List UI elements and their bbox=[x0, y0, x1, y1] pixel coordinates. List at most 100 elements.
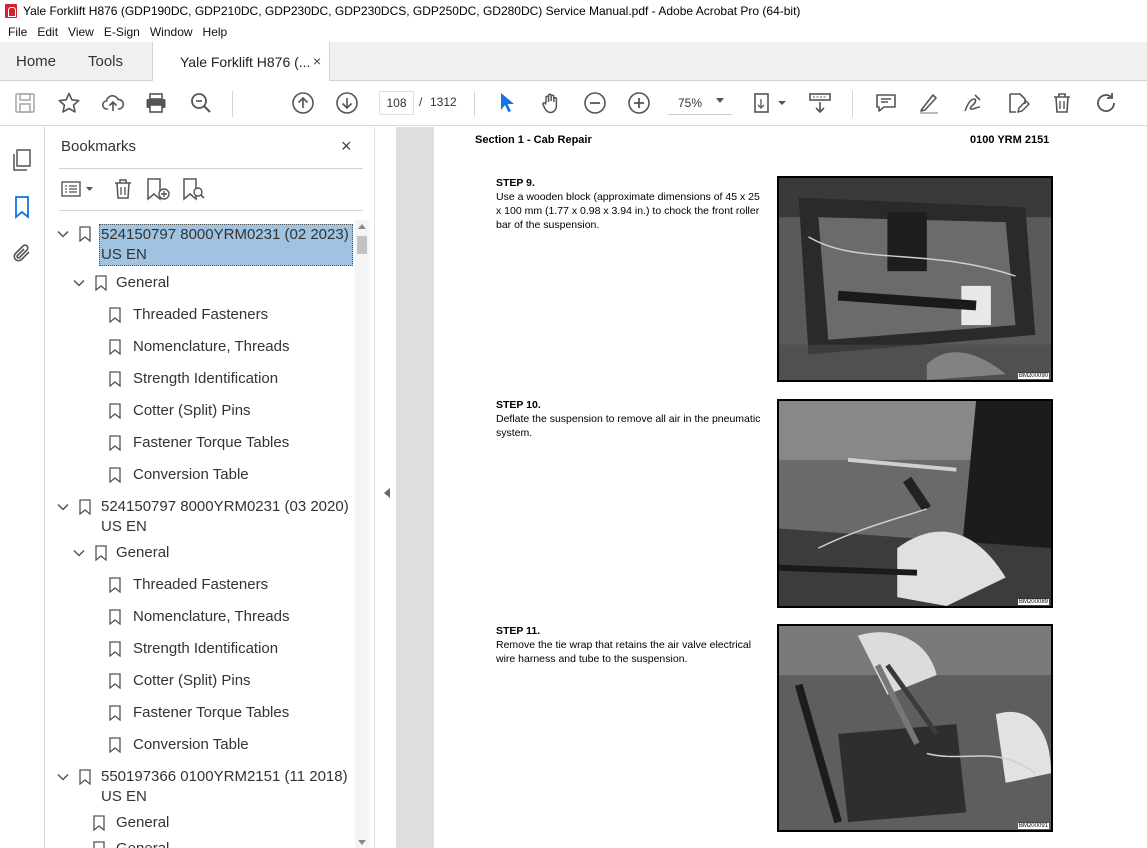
step-title: STEP 10. bbox=[496, 399, 541, 411]
upload-cloud-icon[interactable] bbox=[100, 90, 126, 116]
chevron-down-icon[interactable] bbox=[57, 771, 69, 783]
bookmark-label: Conversion Table bbox=[133, 736, 249, 753]
zoom-search-icon[interactable] bbox=[188, 90, 214, 116]
chevron-down-icon[interactable] bbox=[57, 501, 69, 513]
tab-document[interactable]: Yale Forklift H876 (... × bbox=[152, 42, 330, 82]
menu-window[interactable]: Window bbox=[145, 25, 198, 39]
bookmark-icon bbox=[93, 815, 105, 831]
bookmark-icon bbox=[109, 371, 121, 387]
panel-splitter[interactable] bbox=[374, 127, 396, 848]
chevron-down-icon[interactable] bbox=[73, 277, 85, 289]
bookmark-icon bbox=[109, 403, 121, 419]
save-icon[interactable] bbox=[12, 90, 38, 116]
bookmark-label: Strength Identification bbox=[133, 370, 279, 387]
bookmark-label: Cotter (Split) Pins bbox=[133, 402, 251, 419]
fill-sign-icon[interactable] bbox=[960, 90, 986, 116]
bookmarks-panel-icon[interactable] bbox=[10, 195, 34, 219]
bookmark-label: Fastener Torque Tables bbox=[133, 434, 290, 451]
bookmark-label: General bbox=[116, 814, 170, 831]
scrollbar-thumb[interactable] bbox=[357, 236, 367, 254]
menu-view[interactable]: View bbox=[63, 25, 99, 39]
next-page-icon[interactable] bbox=[334, 90, 360, 116]
bookmarks-panel: Bookmarks × 524150797 8000YRM0231 (02 20… bbox=[45, 127, 374, 848]
bookmark-options-icon[interactable] bbox=[61, 177, 95, 201]
bookmarks-scrollbar[interactable] bbox=[355, 220, 369, 848]
bookmark-item[interactable]: 550197366 0100YRM2151 (11 2018) US EN bbox=[57, 767, 357, 809]
page-number-input[interactable]: 108 bbox=[379, 91, 414, 115]
page-fit-icon[interactable] bbox=[752, 90, 788, 116]
bookmark-item[interactable]: 524150797 8000YRM0231 (02 2023) US EN bbox=[57, 224, 357, 266]
page-separator: / bbox=[419, 95, 423, 109]
acrobat-logo-icon bbox=[5, 4, 17, 18]
delete-bookmark-icon[interactable] bbox=[111, 177, 135, 201]
bookmark-icon bbox=[95, 275, 107, 291]
bookmark-tree: 524150797 8000YRM0231 (02 2023) US EN Gen… bbox=[45, 220, 363, 848]
window-title: Yale Forklift H876 (GDP190DC, GDP210DC, … bbox=[23, 4, 801, 18]
attachments-icon[interactable] bbox=[10, 241, 34, 265]
tab-close-icon[interactable]: × bbox=[313, 53, 321, 69]
toolbar-divider bbox=[474, 91, 475, 117]
tab-tools[interactable]: Tools bbox=[88, 53, 123, 70]
scroll-down-icon[interactable] bbox=[358, 840, 366, 845]
zoom-in-icon[interactable] bbox=[626, 90, 652, 116]
bookmark-icon bbox=[79, 499, 91, 515]
toolbar: 108 / 1312 75% bbox=[0, 81, 1147, 126]
star-icon[interactable] bbox=[56, 90, 82, 116]
tab-bar: Home Tools Yale Forklift H876 (... × bbox=[0, 42, 1147, 82]
bookmark-icon bbox=[109, 641, 121, 657]
edit-pdf-icon[interactable] bbox=[1005, 90, 1031, 116]
highlight-pen-icon[interactable] bbox=[916, 90, 942, 116]
title-bar: Yale Forklift H876 (GDP190DC, GDP210DC, … bbox=[0, 0, 1147, 22]
menu-esign[interactable]: E-Sign bbox=[99, 25, 145, 39]
page-header-code: 0100 YRM 2151 bbox=[970, 134, 1050, 146]
collapse-panel-icon[interactable] bbox=[384, 488, 390, 498]
toolbar-divider bbox=[232, 91, 233, 117]
chevron-down-icon[interactable] bbox=[57, 228, 69, 240]
new-bookmark-icon[interactable] bbox=[145, 177, 171, 201]
step-9-photo: BM200090 bbox=[777, 176, 1053, 382]
page-thumbnails-icon[interactable] bbox=[10, 148, 34, 172]
bookmark-icon bbox=[79, 769, 91, 785]
page-header-section: Section 1 - Cab Repair bbox=[475, 134, 592, 146]
bookmark-label: General bbox=[116, 544, 170, 561]
bookmark-label: 524150797 8000YRM0231 (03 2020) US EN bbox=[101, 498, 349, 535]
bookmark-item[interactable]: 524150797 8000YRM0231 (03 2020) US EN bbox=[57, 497, 357, 539]
menu-file[interactable]: File bbox=[3, 25, 32, 39]
scroll-mode-icon[interactable] bbox=[807, 90, 833, 116]
rotate-icon[interactable] bbox=[1093, 90, 1119, 116]
bookmark-label: Cotter (Split) Pins bbox=[133, 672, 251, 689]
panel-title: Bookmarks bbox=[61, 138, 137, 155]
step-text: Use a wooden block (approximate dimensio… bbox=[496, 191, 760, 231]
menu-help[interactable]: Help bbox=[198, 25, 233, 39]
panel-close-icon[interactable]: × bbox=[341, 136, 352, 157]
step-11: STEP 11. Remove the tie wrap that retain… bbox=[496, 624, 761, 666]
figure-id: BM200091 bbox=[1017, 823, 1049, 829]
bookmark-icon bbox=[109, 737, 121, 753]
menu-edit[interactable]: Edit bbox=[32, 25, 63, 39]
zoom-out-icon[interactable] bbox=[582, 90, 608, 116]
delete-icon[interactable] bbox=[1049, 90, 1075, 116]
bookmark-label: Threaded Fasteners bbox=[133, 306, 269, 323]
bookmark-icon bbox=[79, 226, 91, 242]
bookmark-label: Strength Identification bbox=[133, 640, 279, 657]
step-9: STEP 9. Use a wooden block (approximate … bbox=[496, 176, 761, 232]
document-view[interactable]: Section 1 - Cab Repair 0100 YRM 2151 STE… bbox=[396, 127, 1147, 848]
toolbar-divider bbox=[852, 91, 853, 117]
bookmark-label: Conversion Table bbox=[133, 466, 249, 483]
previous-page-icon[interactable] bbox=[290, 90, 316, 116]
zoom-level-value: 75% bbox=[678, 96, 703, 110]
hand-tool-icon[interactable] bbox=[538, 90, 564, 116]
tab-home[interactable]: Home bbox=[16, 53, 56, 70]
find-bookmark-icon[interactable] bbox=[181, 177, 207, 201]
figure-id: BM200090 bbox=[1017, 373, 1049, 379]
zoom-level-dropdown[interactable]: 75% bbox=[668, 91, 732, 115]
comment-icon[interactable] bbox=[873, 90, 899, 116]
print-icon[interactable] bbox=[143, 90, 169, 116]
select-cursor-icon[interactable] bbox=[494, 90, 520, 116]
step-10-photo: BM200089 bbox=[777, 399, 1053, 608]
scroll-up-icon[interactable] bbox=[358, 224, 366, 229]
bookmark-label: 550197366 0100YRM2151 (11 2018) US EN bbox=[101, 768, 348, 805]
bookmark-label: General bbox=[116, 839, 169, 848]
chevron-down-icon[interactable] bbox=[73, 547, 85, 559]
bookmark-label: 524150797 8000YRM0231 (02 2023) US EN bbox=[99, 224, 353, 266]
